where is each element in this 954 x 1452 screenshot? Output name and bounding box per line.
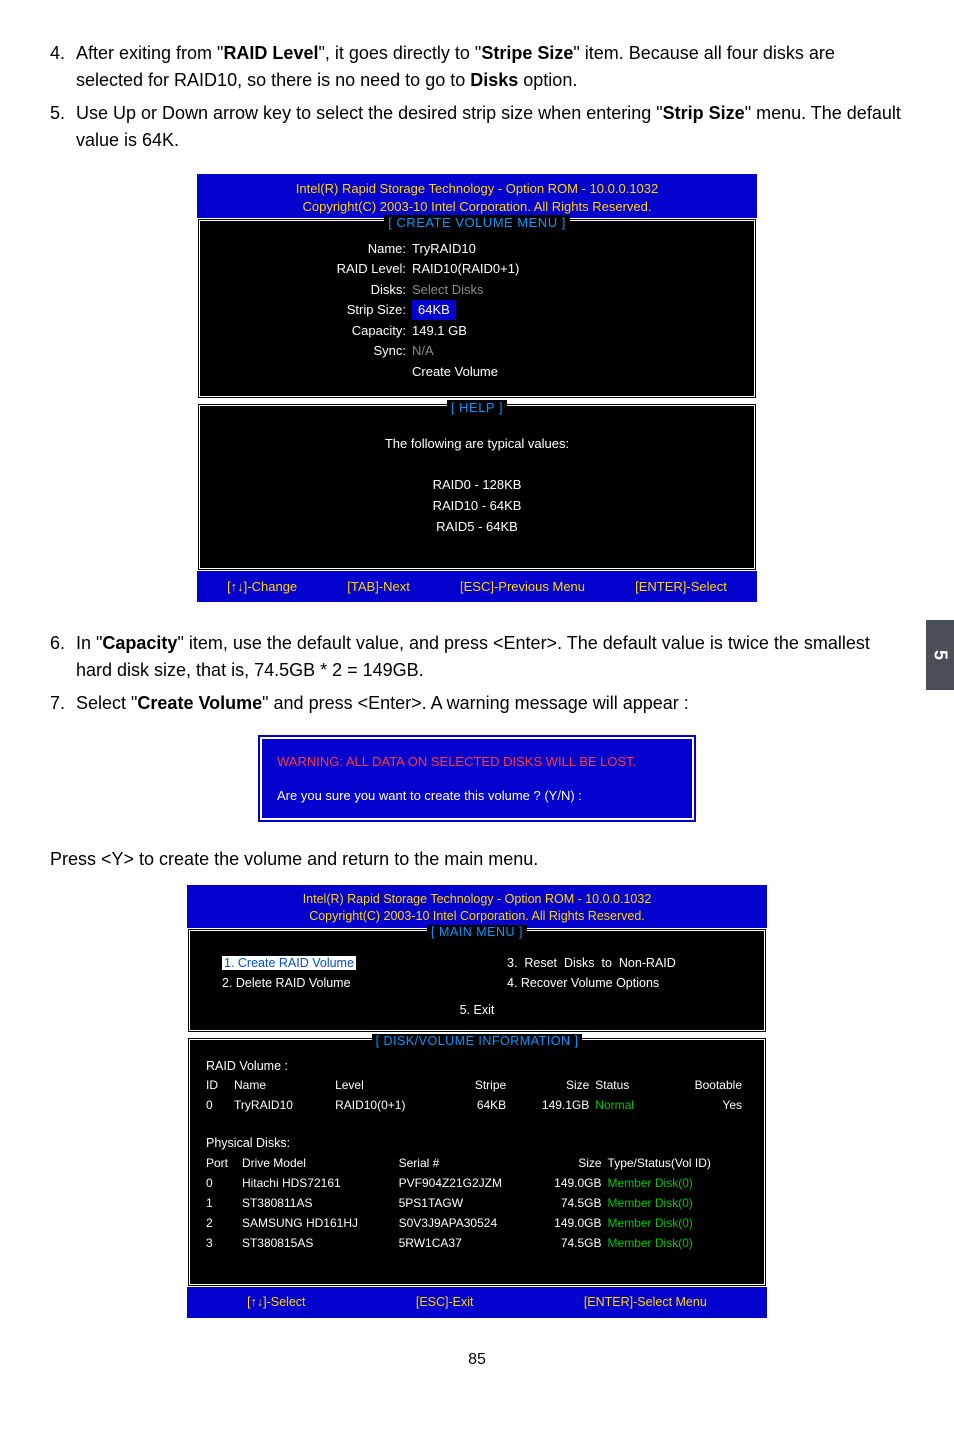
physical-disks-table: PortDrive ModelSerial #SizeType/Status(V…	[206, 1153, 748, 1253]
main-menu-panel: [ MAIN MENU ] 1. Create RAID Volume 2. D…	[187, 928, 767, 1033]
value-disks: Select Disks	[412, 280, 738, 300]
menu-reset-disks[interactable]: 3. Reset Disks to Non-RAID	[507, 954, 732, 973]
step-text: Use Up or Down arrow key to select the d…	[76, 100, 904, 154]
step-4: 4. After exiting from "RAID Level", it g…	[50, 40, 904, 94]
table-row: 2SAMSUNG HD161HJS0V3J9APA30524149.0GBMem…	[206, 1213, 748, 1233]
bios-title-line2: Copyright(C) 2003-10 Intel Corporation. …	[309, 909, 645, 923]
label-strip-size: Strip Size:	[216, 300, 412, 320]
table-row: 3ST380815AS5RW1CA3774.5GBMember Disk(0)	[206, 1233, 748, 1253]
bios-header: Intel(R) Rapid Storage Technology - Opti…	[197, 174, 757, 218]
footer-hint: [ENTER]-Select Menu	[584, 1293, 707, 1312]
step-number: 4.	[50, 40, 76, 94]
step-text: In "Capacity" item, use the default valu…	[76, 630, 904, 684]
label-raid-level: RAID Level:	[216, 259, 412, 279]
warning-text: WARNING: ALL DATA ON SELECTED DISKS WILL…	[277, 752, 677, 772]
bios-footer: [↑↓]-Change [TAB]-Next [ESC]-Previous Me…	[197, 571, 757, 603]
help-line: RAID5 - 64KB	[216, 517, 738, 538]
step-number: 6.	[50, 630, 76, 684]
raid-volume-header: RAID Volume :	[206, 1057, 748, 1076]
bios-header: Intel(R) Rapid Storage Technology - Opti…	[187, 885, 767, 928]
bios-title-line1: Intel(R) Rapid Storage Technology - Opti…	[303, 892, 652, 906]
create-volume-panel: [ CREATE VOLUME MENU ] Name:TryRAID10 RA…	[197, 218, 757, 399]
step-6: 6. In "Capacity" item, use the default v…	[50, 630, 904, 684]
value-name: TryRAID10	[412, 239, 738, 259]
menu-recover-volume[interactable]: 4. Recover Volume Options	[507, 974, 732, 993]
press-y-instruction: Press <Y> to create the volume and retur…	[50, 846, 904, 873]
footer-hint: [↑↓]-Change	[227, 577, 297, 597]
label-capacity: Capacity:	[216, 321, 412, 341]
value-capacity: 149.1 GB	[412, 321, 738, 341]
footer-hint: [ENTER]-Select	[635, 577, 727, 597]
bios-footer: [↑↓]-Select [ESC]-Exit [ENTER]-Select Me…	[187, 1287, 767, 1318]
footer-hint: [↑↓]-Select	[247, 1293, 305, 1312]
step-text: After exiting from "RAID Level", it goes…	[76, 40, 904, 94]
panel-title: [ CREATE VOLUME MENU ]	[216, 213, 738, 233]
footer-hint: [ESC]-Exit	[416, 1293, 474, 1312]
warning-prompt[interactable]: Are you sure you want to create this vol…	[277, 788, 582, 803]
table-header-row: IDNameLevelStripeSizeStatusBootable	[206, 1075, 748, 1095]
label-sync: Sync:	[216, 341, 412, 361]
table-header-row: PortDrive ModelSerial #SizeType/Status(V…	[206, 1153, 748, 1173]
chapter-tab: 5	[926, 620, 954, 690]
panel-title: [ HELP ]	[216, 398, 738, 418]
panel-title: [ DISK/VOLUME INFORMATION ]	[206, 1032, 748, 1051]
physical-disks-header: Physical Disks:	[206, 1134, 748, 1153]
warning-dialog: WARNING: ALL DATA ON SELECTED DISKS WILL…	[258, 735, 696, 822]
bios-screenshot-create-volume: Intel(R) Rapid Storage Technology - Opti…	[197, 174, 757, 602]
menu-delete-raid[interactable]: 2. Delete RAID Volume	[222, 974, 447, 993]
step-number: 7.	[50, 690, 76, 717]
step-5: 5. Use Up or Down arrow key to select th…	[50, 100, 904, 154]
create-volume-action[interactable]: Create Volume	[412, 362, 738, 382]
page-number: 85	[50, 1348, 904, 1372]
footer-hint: [ESC]-Previous Menu	[460, 577, 585, 597]
footer-hint: [TAB]-Next	[347, 577, 410, 597]
help-line: RAID0 - 128KB	[216, 475, 738, 496]
bios-title-line2: Copyright(C) 2003-10 Intel Corporation. …	[302, 199, 651, 214]
help-line: RAID10 - 64KB	[216, 496, 738, 517]
step-number: 5.	[50, 100, 76, 154]
menu-exit[interactable]: 5. Exit	[206, 1001, 748, 1020]
table-row: 0Hitachi HDS72161PVF904Z21G2JZM149.0GBMe…	[206, 1173, 748, 1193]
value-raid-level: RAID10(RAID0+1)	[412, 259, 738, 279]
bios-screenshot-main-menu: Intel(R) Rapid Storage Technology - Opti…	[187, 885, 767, 1318]
help-intro: The following are typical values:	[216, 434, 738, 455]
table-row: 0TryRAID10RAID10(0+1)64KB149.1GBNormalYe…	[206, 1095, 748, 1115]
value-strip-size[interactable]: 64KB	[412, 300, 738, 320]
raid-volume-table: IDNameLevelStripeSizeStatusBootable 0Try…	[206, 1075, 748, 1115]
step-7: 7. Select "Create Volume" and press <Ent…	[50, 690, 904, 717]
panel-title: [ MAIN MENU ]	[206, 923, 748, 942]
help-panel: [ HELP ] The following are typical value…	[197, 403, 757, 570]
disk-volume-info-panel: [ DISK/VOLUME INFORMATION ] RAID Volume …	[187, 1037, 767, 1287]
label-disks: Disks:	[216, 280, 412, 300]
step-text: Select "Create Volume" and press <Enter>…	[76, 690, 904, 717]
table-row: 1ST380811AS5PS1TAGW74.5GBMember Disk(0)	[206, 1193, 748, 1213]
menu-create-raid[interactable]: 1. Create RAID Volume	[222, 954, 447, 973]
bios-title-line1: Intel(R) Rapid Storage Technology - Opti…	[296, 181, 659, 196]
label-name: Name:	[216, 239, 412, 259]
value-sync: N/A	[412, 341, 738, 361]
